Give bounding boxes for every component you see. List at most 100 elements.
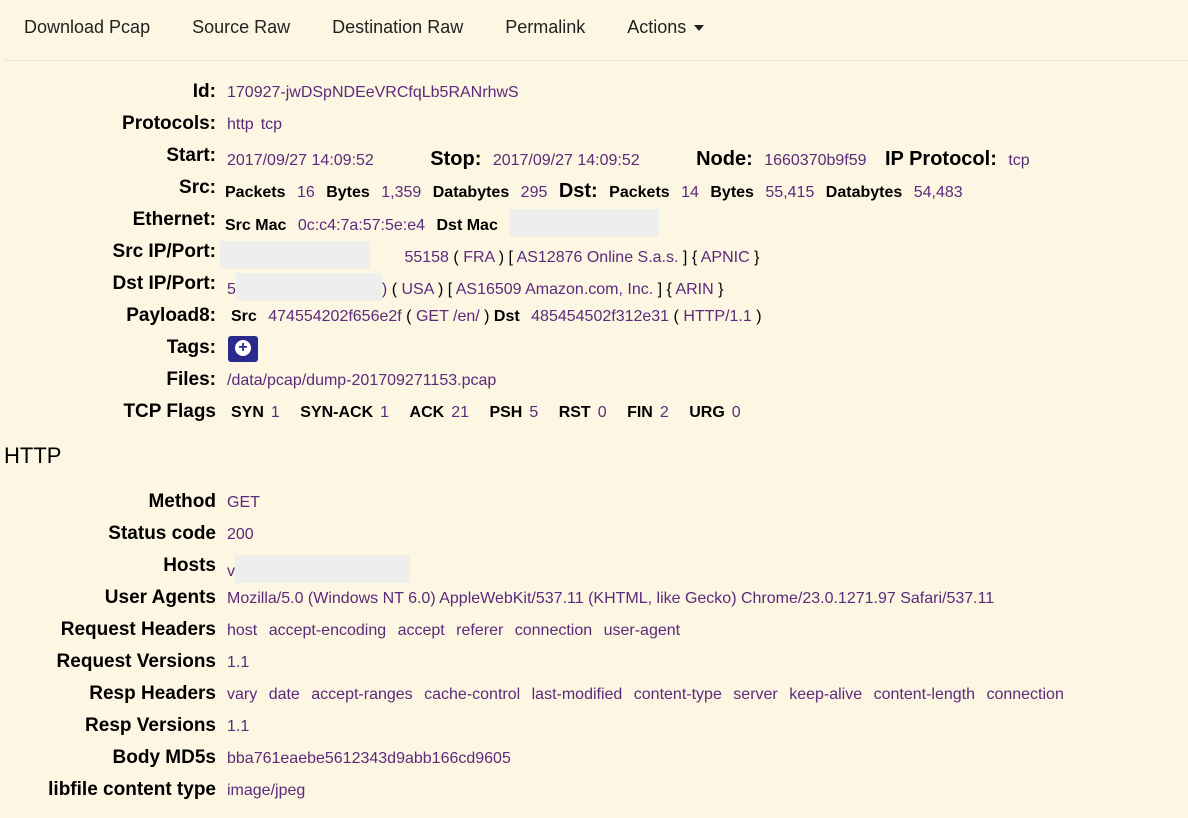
source-raw-link[interactable]: Source Raw: [192, 17, 290, 38]
paren-open: (: [391, 281, 398, 299]
src-packets[interactable]: 16: [297, 184, 315, 201]
flag-rst-count[interactable]: 0: [598, 404, 607, 421]
flag-synack-count[interactable]: 1: [380, 404, 389, 421]
payload-values: Src 474554202f656e2f ( GET /en/ ) Dst 48…: [231, 308, 762, 326]
src-bytes[interactable]: 1,359: [381, 184, 421, 201]
src-mac-label: Src Mac: [225, 217, 287, 235]
dst-rir[interactable]: ARIN: [675, 281, 713, 298]
hosts-label: Hosts: [163, 555, 216, 576]
req-version[interactable]: 1.1: [227, 654, 249, 671]
start-time[interactable]: 2017/09/27 14:09:52: [227, 152, 374, 169]
method-value[interactable]: GET: [227, 494, 260, 511]
flag-ack-label: ACK: [409, 404, 445, 421]
flag-fin-count[interactable]: 2: [660, 404, 669, 421]
libfile-label: libfile content type: [48, 779, 216, 800]
req-header[interactable]: referer: [456, 622, 503, 639]
resp-header[interactable]: cache-control: [424, 686, 520, 703]
src-port[interactable]: 55158: [404, 249, 449, 266]
resp-header[interactable]: server: [733, 686, 777, 703]
protocol-http[interactable]: http: [227, 116, 254, 133]
flag-syn-count[interactable]: 1: [271, 404, 280, 421]
body-md5-row: Body MD5s bba761eaebe5612343d9abb166cd96…: [0, 743, 1188, 775]
file-link[interactable]: /data/pcap/dump-201709271153.pcap: [227, 372, 496, 389]
http-title: HTTP: [4, 443, 62, 468]
flag-urg-count[interactable]: 0: [732, 404, 741, 421]
status-values: 200: [227, 526, 254, 544]
actions-dropdown[interactable]: Actions: [627, 16, 705, 38]
dst-bytes[interactable]: 55,415: [765, 184, 814, 201]
req-header[interactable]: accept: [398, 622, 445, 639]
src-databytes[interactable]: 295: [521, 184, 548, 201]
dst-databytes-label: Databytes: [825, 184, 903, 201]
brace-close: }: [754, 249, 760, 267]
flag-ack-count[interactable]: 21: [451, 404, 469, 421]
session-id[interactable]: 170927-jwDSpNDEeVRCfqLb5RANrhwS: [227, 84, 519, 101]
src-dst-row: Src: Packets 16 Bytes 1,359 Databytes 29…: [0, 173, 1188, 205]
resp-header[interactable]: accept-ranges: [311, 686, 412, 703]
payload-dst-text[interactable]: HTTP/1.1: [683, 308, 751, 325]
payload-src-label: Src: [231, 308, 257, 325]
payload-dst-label: Dst: [493, 308, 520, 325]
body-md5-value[interactable]: bba761eaebe5612343d9abb166cd9605: [227, 750, 511, 767]
tcp-flags-label: TCP Flags: [123, 401, 216, 422]
files-row: Files: /data/pcap/dump-201709271153.pcap: [0, 365, 1188, 397]
src-rir[interactable]: APNIC: [701, 249, 750, 266]
libfile-value[interactable]: image/jpeg: [227, 782, 305, 799]
req-header[interactable]: accept-encoding: [269, 622, 386, 639]
resp-header[interactable]: content-type: [634, 686, 722, 703]
req-header[interactable]: connection: [515, 622, 592, 639]
dst-databytes[interactable]: 54,483: [914, 184, 963, 201]
payload-row: Payload8: Src 474554202f656e2f ( GET /en…: [0, 301, 1188, 333]
brace-open: {: [691, 249, 698, 267]
dst-packets-label: Packets: [609, 184, 670, 201]
payload-dst-hex[interactable]: 485454502f312e31: [531, 308, 669, 325]
download-pcap-link[interactable]: Download Pcap: [24, 17, 150, 38]
req-headers-values: host accept-encoding accept referer conn…: [227, 622, 680, 640]
tags-label: Tags:: [166, 337, 216, 358]
resp-header[interactable]: date: [269, 686, 300, 703]
dst-bytes-label: Bytes: [710, 184, 754, 201]
status-value[interactable]: 200: [227, 526, 254, 543]
ip-protocol-value[interactable]: tcp: [1008, 152, 1029, 169]
resp-header[interactable]: last-modified: [532, 686, 623, 703]
libfile-row: libfile content type image/jpeg: [0, 775, 1188, 807]
flag-urg-label: URG: [689, 404, 725, 421]
hosts-partial[interactable]: v: [227, 563, 235, 580]
flag-syn-label: SYN: [231, 404, 264, 421]
brace-open: {: [666, 281, 672, 299]
resp-header[interactable]: connection: [986, 686, 1063, 703]
actions-label: Actions: [627, 16, 687, 37]
protocol-tcp[interactable]: tcp: [261, 116, 282, 133]
permalink-link[interactable]: Permalink: [505, 17, 585, 38]
stop-time[interactable]: 2017/09/27 14:09:52: [493, 152, 640, 169]
payload-src-text[interactable]: GET /en/: [416, 308, 480, 325]
resp-version[interactable]: 1.1: [227, 718, 249, 735]
dst-ip-partial-right[interactable]: ): [382, 281, 387, 298]
dst-as[interactable]: AS16509 Amazon.com, Inc.: [456, 281, 653, 298]
resp-header[interactable]: content-length: [874, 686, 975, 703]
src-as[interactable]: AS12876 Online S.a.s.: [517, 249, 679, 266]
status-row: Status code 200: [0, 519, 1188, 551]
redacted-dst-mac: [509, 209, 660, 237]
src-packets-label: Packets: [225, 184, 286, 201]
flag-psh-count[interactable]: 5: [529, 404, 538, 421]
dst-ipport-label: Dst IP/Port:: [112, 273, 216, 294]
payload-src-hex[interactable]: 474554202f656e2f: [268, 308, 401, 325]
req-header[interactable]: host: [227, 622, 257, 639]
src-mac[interactable]: 0c:c4:7a:57:5e:e4: [298, 217, 425, 234]
req-header[interactable]: user-agent: [604, 622, 681, 639]
brace-close: }: [718, 281, 724, 299]
node-value[interactable]: 1660370b9f59: [764, 152, 866, 169]
add-tag-button[interactable]: [228, 336, 258, 362]
chevron-down-icon: [694, 24, 705, 31]
ua-value[interactable]: Mozilla/5.0 (Windows NT 6.0) AppleWebKit…: [227, 590, 994, 607]
src-country[interactable]: FRA: [463, 249, 494, 266]
dst-country[interactable]: USA: [401, 281, 433, 298]
flag-fin-label: FIN: [627, 404, 653, 421]
destination-raw-link[interactable]: Destination Raw: [332, 17, 463, 38]
resp-header[interactable]: keep-alive: [789, 686, 862, 703]
dst-packets[interactable]: 14: [681, 184, 699, 201]
dst-ip-partial-left[interactable]: 5: [227, 281, 236, 298]
method-label: Method: [148, 491, 216, 512]
resp-header[interactable]: vary: [227, 686, 257, 703]
